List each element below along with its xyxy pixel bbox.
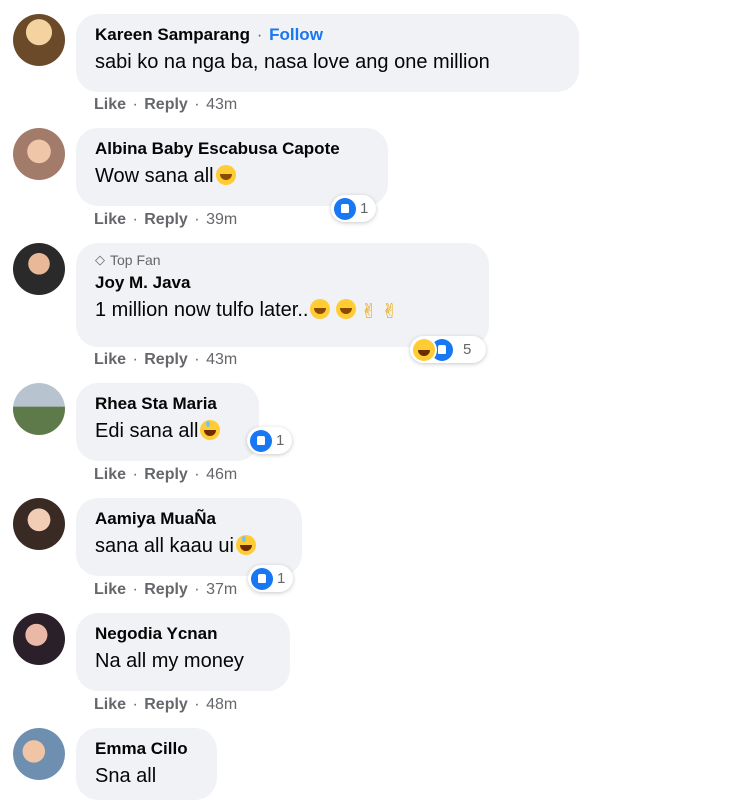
- reaction-summary[interactable]: 1: [331, 195, 377, 222]
- reply-button[interactable]: Reply: [144, 696, 188, 713]
- victory-hand-icon: ✌: [360, 301, 378, 323]
- avatar[interactable]: [13, 613, 65, 665]
- comment-text-row: Edi sana all: [95, 418, 239, 444]
- comment-bubble: Kareen Samparang · Follow sabi ko na nga…: [76, 14, 579, 92]
- separator: ·: [194, 466, 200, 483]
- avatar[interactable]: [13, 383, 65, 435]
- top-fan-badge: Top Fan: [110, 252, 161, 268]
- reply-button[interactable]: Reply: [144, 96, 188, 113]
- comment-text: 1 million now tulfo later..: [95, 299, 309, 321]
- like-button[interactable]: Like: [94, 211, 126, 228]
- haha-reaction-icon: [413, 338, 435, 361]
- like-button[interactable]: Like: [94, 466, 126, 483]
- comment-bubble: Rhea Sta Maria Edi sana all: [76, 383, 259, 461]
- separator: ·: [132, 211, 138, 228]
- grinning-emoji-icon: [336, 299, 357, 319]
- name-row: Kareen Samparang · Follow: [95, 25, 559, 45]
- commenter-name[interactable]: Aamiya MuaÑa: [95, 509, 282, 529]
- comment-text: Sna all: [95, 765, 157, 787]
- commenter-name[interactable]: Rhea Sta Maria: [95, 394, 239, 414]
- rolling-laughing-emoji-icon: [235, 535, 256, 555]
- timestamp[interactable]: 48m: [206, 696, 237, 713]
- commenter-name[interactable]: Kareen Samparang: [95, 25, 250, 44]
- reply-button[interactable]: Reply: [144, 466, 188, 483]
- reply-button[interactable]: Reply: [144, 211, 188, 228]
- comment-bubble: ◇ Top Fan Joy M. Java 1 million now tulf…: [76, 243, 489, 347]
- separator: ·: [194, 696, 200, 713]
- reaction-summary[interactable]: 5: [410, 336, 486, 363]
- separator: ·: [194, 96, 200, 113]
- like-button[interactable]: Like: [94, 581, 126, 598]
- reaction-count: 1: [276, 432, 285, 449]
- commenter-name[interactable]: Negodia Ycnan: [95, 624, 270, 644]
- separator: ·: [132, 581, 138, 598]
- comment-text: sana all kaau ui: [95, 535, 234, 557]
- separator: ·: [194, 211, 200, 228]
- comment-text: Wow sana all: [95, 165, 214, 187]
- like-reaction-icon: [334, 197, 356, 220]
- timestamp[interactable]: 43m: [206, 351, 237, 368]
- avatar[interactable]: [13, 14, 65, 66]
- comment-text-row: 1 million now tulfo later.. ✌ ✌: [95, 297, 469, 325]
- timestamp[interactable]: 37m: [206, 581, 237, 598]
- follow-button[interactable]: Follow: [269, 25, 323, 44]
- like-reaction-icon: [250, 429, 272, 452]
- avatar[interactable]: [13, 498, 65, 550]
- separator: ·: [132, 466, 138, 483]
- avatar[interactable]: [13, 728, 65, 780]
- comment-actions: Like · Reply · 43m: [94, 351, 237, 369]
- grinning-emoji-icon: [215, 165, 236, 185]
- comment-actions: Like · Reply · 48m: [94, 696, 237, 714]
- comment-text-row: sana all kaau ui: [95, 533, 282, 559]
- reply-button[interactable]: Reply: [144, 351, 188, 368]
- like-button[interactable]: Like: [94, 96, 126, 113]
- comment-bubble: Negodia Ycnan Na all my money: [76, 613, 290, 691]
- comment-actions: Like · Reply · 46m: [94, 466, 237, 484]
- comment-text: Na all my money: [95, 650, 244, 672]
- avatar[interactable]: [13, 243, 65, 295]
- victory-hand-icon: ✌: [381, 301, 398, 323]
- timestamp[interactable]: 46m: [206, 466, 237, 483]
- reaction-count: 1: [360, 200, 369, 217]
- reaction-summary[interactable]: 1: [248, 565, 294, 592]
- separator: ·: [132, 96, 138, 113]
- badge-row: ◇ Top Fan: [95, 252, 469, 268]
- separator: ·: [194, 351, 200, 368]
- separator: ·: [256, 25, 263, 44]
- commenter-name[interactable]: Albina Baby Escabusa Capote: [95, 139, 368, 159]
- like-button[interactable]: Like: [94, 351, 126, 368]
- timestamp[interactable]: 39m: [206, 211, 237, 228]
- comment-bubble: Emma Cillo Sna all: [76, 728, 217, 800]
- commenter-name[interactable]: Emma Cillo: [95, 739, 197, 759]
- reaction-count: 5: [463, 341, 472, 358]
- tears-of-joy-emoji-icon: [200, 420, 221, 440]
- comment-text: sabi ko na nga ba, nasa love ang one mil…: [95, 51, 490, 73]
- comment-actions: Like · Reply · 37m: [94, 581, 237, 599]
- comment-text: Edi sana all: [95, 420, 199, 442]
- avatar[interactable]: [13, 128, 65, 180]
- like-reaction-icon: [251, 567, 273, 590]
- commenter-name[interactable]: Joy M. Java: [95, 273, 469, 293]
- reaction-count: 1: [277, 570, 286, 587]
- comment-text-row: Wow sana all: [95, 163, 368, 189]
- comment-actions: Like · Reply · 39m: [94, 211, 237, 229]
- diamond-icon: ◇: [95, 252, 105, 267]
- reply-button[interactable]: Reply: [144, 581, 188, 598]
- separator: ·: [132, 351, 138, 368]
- separator: ·: [132, 696, 138, 713]
- separator: ·: [194, 581, 200, 598]
- reaction-summary[interactable]: 1: [247, 427, 293, 454]
- timestamp[interactable]: 43m: [206, 96, 237, 113]
- comment-actions: Like · Reply · 43m: [94, 96, 237, 114]
- like-button[interactable]: Like: [94, 696, 126, 713]
- grinning-emoji-icon: [310, 299, 331, 319]
